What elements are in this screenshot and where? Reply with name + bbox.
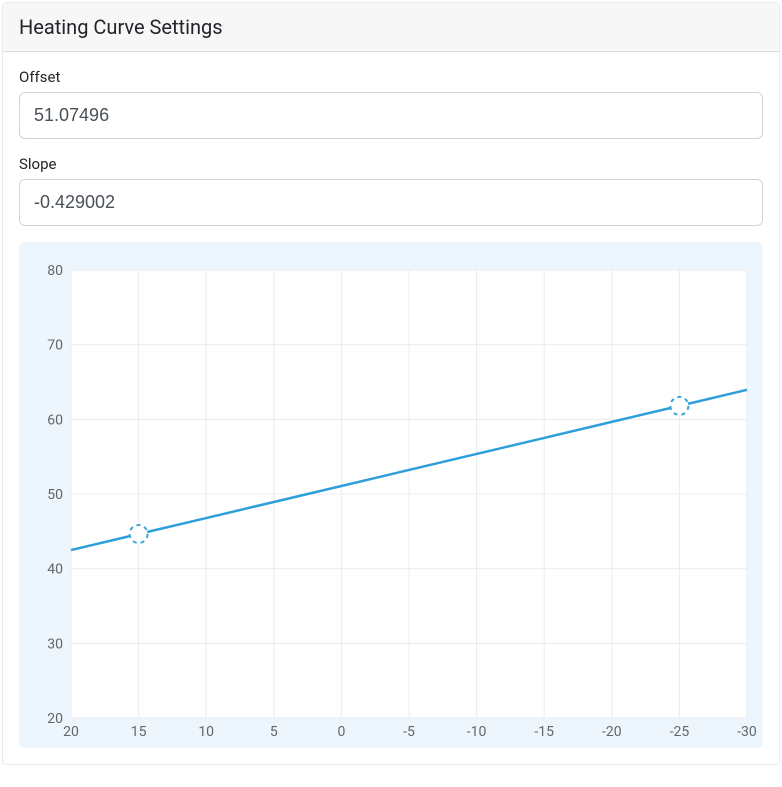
offset-input[interactable] — [19, 92, 763, 139]
x-tick-label: -25 — [670, 724, 690, 740]
heating-curve-chart[interactable]: 20151050-5-10-15-20-25-3020304050607080 — [25, 248, 757, 748]
x-tick-label: -10 — [467, 724, 487, 740]
y-tick-label: 50 — [47, 487, 63, 503]
curve-handle-2[interactable] — [670, 397, 688, 415]
y-axis: 20 30 40 50 60 70 80 — [47, 263, 63, 727]
chart-container: 20151050-5-10-15-20-25-3020304050607080 — [19, 242, 763, 748]
y-tick-label: 20 — [47, 711, 63, 727]
slope-group: Slope — [19, 155, 763, 226]
settings-card: Heating Curve Settings Offset Slope 20 15… — [2, 2, 780, 765]
x-tick-label: -15 — [534, 724, 554, 740]
x-tick-label: -20 — [602, 724, 622, 740]
x-tick-label: -30 — [737, 724, 757, 740]
card-title: Heating Curve Settings — [3, 3, 779, 52]
x-tick-label: 10 — [198, 724, 214, 740]
card-body: Offset Slope 20151050-5-10-15-20-25-3020… — [3, 52, 779, 764]
x-tick-label: 5 — [270, 724, 278, 740]
x-tick-label: 15 — [131, 724, 147, 740]
slope-input[interactable] — [19, 179, 763, 226]
curve-handle-1[interactable] — [130, 525, 148, 543]
y-tick-label: 70 — [47, 338, 63, 354]
offset-label: Offset — [19, 68, 763, 86]
slope-label: Slope — [19, 155, 763, 173]
y-tick-label: 80 — [47, 263, 63, 279]
x-tick-label: -5 — [403, 724, 415, 740]
x-tick-label: 0 — [337, 724, 345, 740]
y-tick-label: 40 — [47, 562, 63, 578]
y-tick-label: 60 — [47, 413, 63, 429]
x-axis: 20 15 10 5 0 -5 -10 -15 -20 -25 -30 — [63, 724, 757, 740]
offset-group: Offset — [19, 68, 763, 139]
x-tick-label: 20 — [63, 724, 79, 740]
y-tick-label: 30 — [47, 637, 63, 653]
